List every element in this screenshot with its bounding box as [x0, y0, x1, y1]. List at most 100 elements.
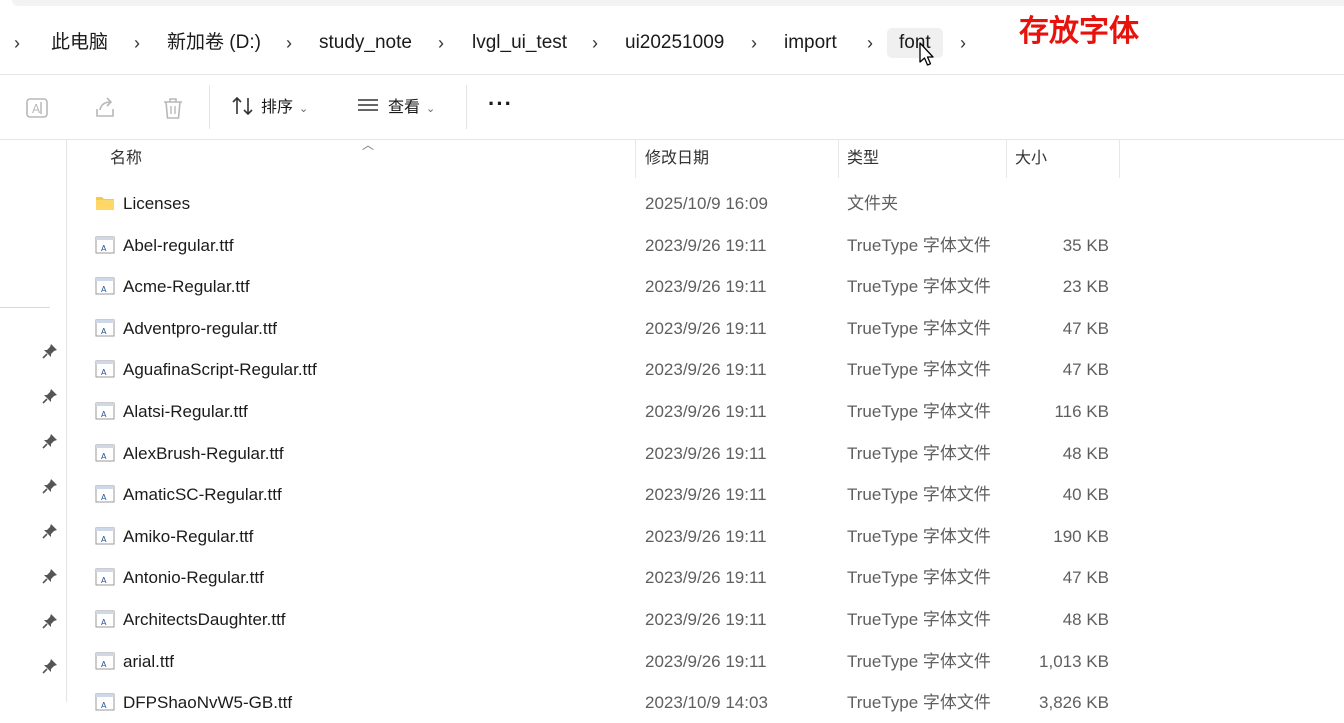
chevron-right-icon[interactable]: › — [867, 28, 873, 58]
pin-icon[interactable] — [42, 523, 58, 539]
file-name[interactable]: Alatsi-Regular.ttf — [123, 391, 248, 432]
file-name[interactable]: Acme-Regular.ttf — [123, 266, 250, 307]
breadcrumb-item-study-note[interactable]: study_note — [319, 28, 412, 58]
column-header: 名称 修改日期 类型 大小 — [66, 140, 1344, 180]
pin-icon[interactable] — [42, 568, 58, 584]
font-file-icon: A — [95, 277, 115, 295]
chevron-right-icon[interactable]: › — [134, 28, 140, 58]
more-options-button[interactable]: ··· — [488, 91, 513, 117]
pin-icon[interactable] — [42, 658, 58, 674]
file-row[interactable]: A Alatsi-Regular.ttf 2023/9/26 19:11 TrueTy… — [66, 391, 1344, 432]
file-row[interactable]: A DFPShaoNvW5-GB.ttf 2023/10/9 14:03 TrueTy… — [66, 682, 1344, 723]
chevron-down-icon: ⌄ — [426, 103, 436, 115]
file-size: 35 KB — [1062, 236, 1109, 255]
chevron-right-icon[interactable]: › — [14, 28, 20, 58]
breadcrumb-item-ui20251009[interactable]: ui20251009 — [625, 28, 724, 58]
file-type: TrueType 字体文件 — [847, 319, 991, 338]
file-name[interactable]: Licenses — [123, 183, 190, 224]
file-row[interactable]: A ArchitectsDaughter.ttf 2023/9/26 19:11 Tr… — [66, 599, 1344, 640]
file-row[interactable]: A Antonio-Regular.ttf 2023/9/26 19:11 TrueT… — [66, 557, 1344, 598]
file-row[interactable]: Aarial.ttf 2023/9/26 19:11 TrueType 字体文件 1,… — [66, 641, 1344, 682]
file-type: TrueType 字体文件 — [847, 568, 991, 587]
share-icon[interactable] — [92, 95, 118, 121]
file-row[interactable]: A Amiko-Regular.ttf 2023/9/26 19:11 TrueTyp… — [66, 516, 1344, 557]
sort-icon — [232, 96, 253, 116]
file-name[interactable]: DFPShaoNvW5-GB.ttf — [123, 682, 292, 723]
file-size: 48 KB — [1062, 444, 1109, 463]
file-name[interactable]: Abel-regular.ttf — [123, 225, 234, 266]
file-name[interactable]: arial.ttf — [123, 641, 174, 682]
pin-icon[interactable] — [42, 343, 58, 359]
font-file-icon: A — [95, 568, 115, 586]
column-separator[interactable] — [838, 140, 839, 178]
column-separator[interactable] — [1006, 140, 1007, 178]
file-row[interactable]: A Abel-regular.ttf 2023/9/26 19:11 TrueType… — [66, 225, 1344, 266]
breadcrumb-item-this-pc[interactable]: 此电脑 — [51, 28, 108, 58]
file-type: TrueType 字体文件 — [847, 527, 991, 546]
file-date: 2023/9/26 19:11 — [645, 485, 767, 504]
svg-text:A: A — [101, 701, 107, 710]
pin-icon[interactable] — [42, 613, 58, 629]
svg-text:A: A — [101, 618, 107, 627]
chevron-right-icon[interactable]: › — [592, 28, 598, 58]
column-separator[interactable] — [1119, 140, 1120, 178]
toolbar-divider — [209, 85, 210, 129]
pin-icon[interactable] — [42, 433, 58, 449]
font-file-icon: A — [95, 236, 115, 254]
annotation-label: 存放字体 — [1019, 15, 1139, 48]
file-name[interactable]: Antonio-Regular.ttf — [123, 557, 264, 598]
file-row[interactable]: A Adventpro-regular.ttf 2023/9/26 19:11 Tru… — [66, 308, 1344, 349]
font-file-icon: A — [95, 360, 115, 378]
pin-icon[interactable] — [42, 478, 58, 494]
svg-text:A: A — [32, 102, 41, 116]
file-size: 190 KB — [1053, 527, 1109, 546]
file-row[interactable]: A AmaticSC-Regular.ttf 2023/9/26 19:11 True… — [66, 474, 1344, 515]
column-separator[interactable] — [635, 140, 636, 178]
rename-icon[interactable]: A — [24, 95, 50, 121]
file-type: TrueType 字体文件 — [847, 444, 991, 463]
file-size: 1,013 KB — [1039, 652, 1109, 671]
file-name[interactable]: AlexBrush-Regular.ttf — [123, 433, 284, 474]
file-type: TrueType 字体文件 — [847, 652, 991, 671]
file-date: 2023/9/26 19:11 — [645, 652, 767, 671]
file-date: 2023/9/26 19:11 — [645, 360, 767, 379]
file-size: 3,826 KB — [1039, 693, 1109, 712]
column-modified-header[interactable]: 修改日期 — [645, 140, 709, 178]
file-name[interactable]: AmaticSC-Regular.ttf — [123, 474, 282, 515]
column-name-header[interactable]: 名称 — [110, 140, 142, 178]
svg-text:A: A — [101, 576, 107, 585]
file-name[interactable]: Amiko-Regular.ttf — [123, 516, 253, 557]
toolbar-divider — [466, 85, 467, 129]
breadcrumb-item-import[interactable]: import — [784, 28, 837, 58]
font-file-icon: A — [95, 527, 115, 545]
pin-icon[interactable] — [42, 388, 58, 404]
column-size-header[interactable]: 大小 — [1015, 140, 1047, 178]
command-bar: A 排序 ⌄ 查看 ⌄ ··· — [0, 75, 1344, 140]
file-name[interactable]: AguafinaScript-Regular.ttf — [123, 349, 317, 390]
title-strip — [0, 0, 1344, 18]
font-file-icon: A — [95, 319, 115, 337]
breadcrumb-item-lvgl-ui-test[interactable]: lvgl_ui_test — [472, 28, 567, 58]
file-row[interactable]: A AguafinaScript-Regular.ttf 2023/9/26 19:… — [66, 349, 1344, 390]
chevron-right-icon[interactable]: › — [751, 28, 757, 58]
file-size: 47 KB — [1062, 319, 1109, 338]
chevron-right-icon[interactable]: › — [438, 28, 444, 58]
delete-icon[interactable] — [160, 95, 186, 121]
column-type-header[interactable]: 类型 — [847, 140, 879, 178]
chevron-right-icon[interactable]: › — [960, 28, 966, 58]
file-row[interactable]: Licenses 2025/10/9 16:09 文件夹 — [66, 183, 1344, 224]
breadcrumb-item-drive-d[interactable]: 新加卷 (D:) — [167, 28, 261, 58]
svg-text:A: A — [101, 660, 107, 669]
file-row[interactable]: A AlexBrush-Regular.ttf 2023/9/26 19:11 Tru… — [66, 433, 1344, 474]
chevron-right-icon[interactable]: › — [286, 28, 292, 58]
file-name[interactable]: Adventpro-regular.ttf — [123, 308, 277, 349]
font-file-icon: A — [95, 610, 115, 628]
file-size: 40 KB — [1062, 485, 1109, 504]
file-date: 2023/9/26 19:11 — [645, 568, 767, 587]
file-name[interactable]: ArchitectsDaughter.ttf — [123, 599, 286, 640]
sort-button[interactable]: 排序 ⌄ — [231, 95, 308, 121]
file-type: TrueType 字体文件 — [847, 693, 991, 712]
file-type: TrueType 字体文件 — [847, 236, 991, 255]
file-row[interactable]: A Acme-Regular.ttf 2023/9/26 19:11 TrueType… — [66, 266, 1344, 307]
view-button[interactable]: 查看 ⌄ — [356, 95, 435, 121]
